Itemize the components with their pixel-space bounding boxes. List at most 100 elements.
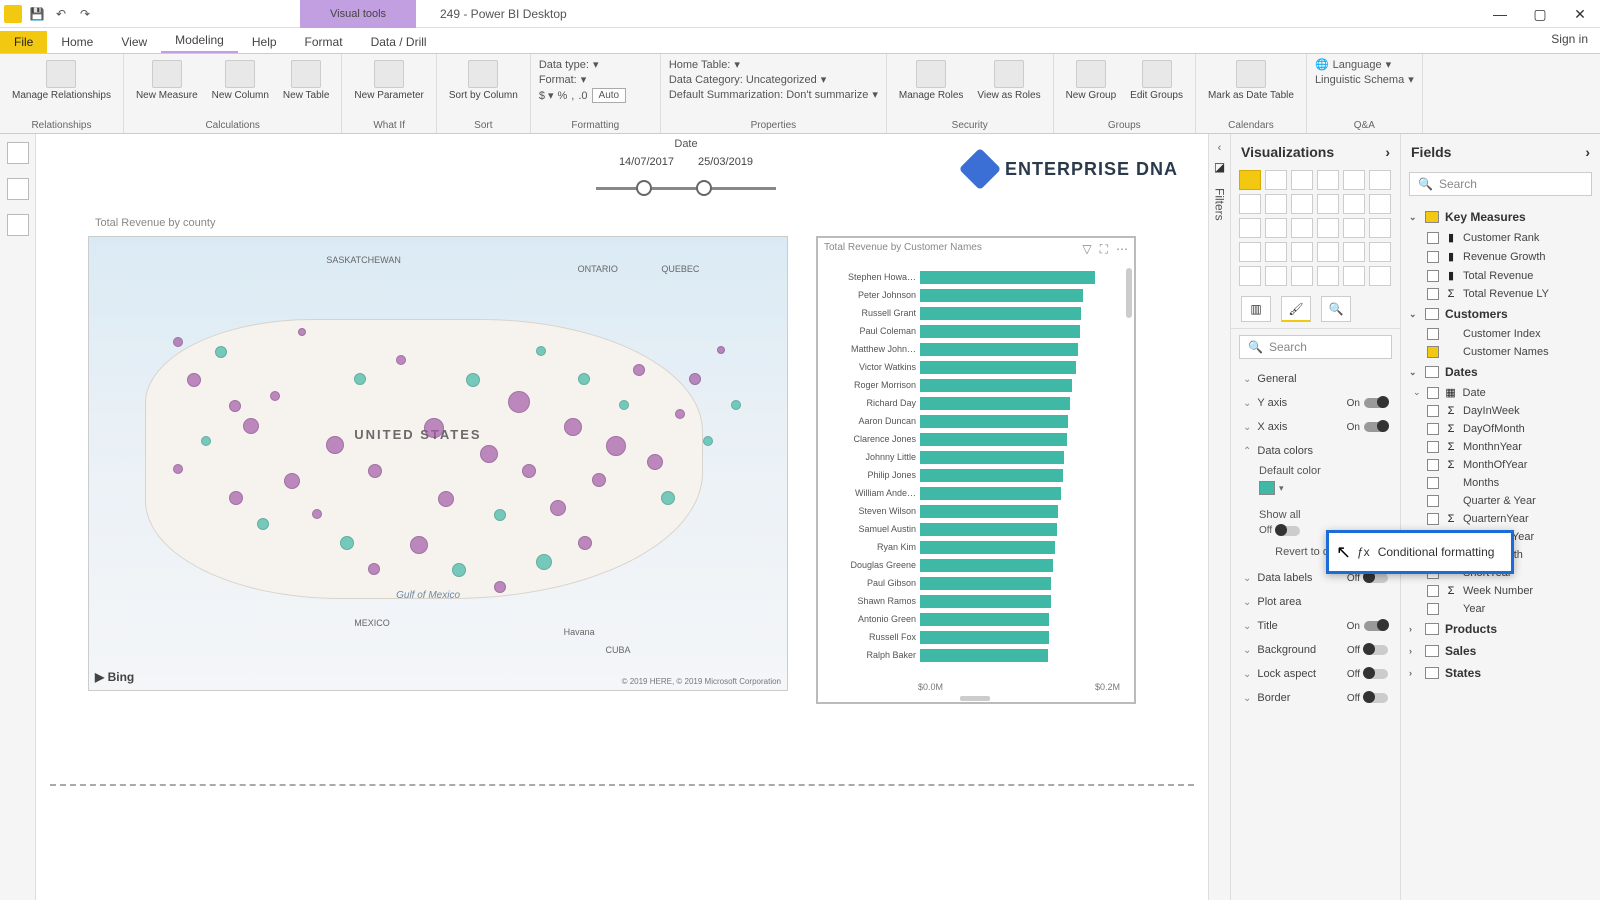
bar-rect[interactable] xyxy=(920,289,1083,302)
bar-rect[interactable] xyxy=(920,433,1067,446)
map-bubble[interactable] xyxy=(536,346,546,356)
map-bubble[interactable] xyxy=(215,346,227,358)
format-general[interactable]: ⌄General xyxy=(1239,367,1392,391)
format-title[interactable]: ⌄TitleOn xyxy=(1239,614,1392,638)
field-checkbox[interactable] xyxy=(1427,346,1439,358)
linguistic-schema-dropdown[interactable]: Linguistic Schema xyxy=(1315,74,1404,86)
maximize-button[interactable]: ▢ xyxy=(1520,0,1560,28)
defsum-label[interactable]: Default Summarization: Don't summarize xyxy=(669,89,869,101)
viz-type-icon[interactable] xyxy=(1239,218,1261,238)
viz-type-icon[interactable] xyxy=(1291,242,1313,262)
map-bubble[interactable] xyxy=(229,400,241,412)
collapse-viz-icon[interactable]: › xyxy=(1385,144,1390,160)
field-item[interactable]: ΣWeek Number xyxy=(1407,582,1594,600)
sign-in-link[interactable]: Sign in xyxy=(1551,32,1588,46)
hscroll-thumb[interactable] xyxy=(960,696,990,701)
map-bubble[interactable] xyxy=(592,473,606,487)
map-bubble[interactable] xyxy=(508,391,530,413)
manage-roles-button[interactable]: Manage Roles xyxy=(895,58,967,103)
viz-type-icon[interactable] xyxy=(1291,170,1313,190)
viz-type-icon[interactable] xyxy=(1317,242,1339,262)
map-bubble[interactable] xyxy=(298,328,306,336)
report-canvas[interactable]: Date 14/07/2017 25/03/2019 ENTERPRISE DN… xyxy=(36,134,1208,900)
map-bubble[interactable] xyxy=(187,373,201,387)
format-plotarea[interactable]: ⌄Plot area xyxy=(1239,590,1392,614)
bar-rect[interactable] xyxy=(920,487,1061,500)
format-yaxis[interactable]: ⌄Y axisOn xyxy=(1239,391,1392,415)
bar-row[interactable]: Aaron Duncan xyxy=(824,412,1120,430)
map-bubble[interactable] xyxy=(410,536,428,554)
bar-rect[interactable] xyxy=(920,577,1051,590)
conditional-formatting-menuitem[interactable]: ƒx Conditional formatting xyxy=(1329,539,1511,565)
map-bubble[interactable] xyxy=(229,491,243,505)
viz-type-icon[interactable] xyxy=(1265,170,1287,190)
language-dropdown[interactable]: Language xyxy=(1333,59,1382,71)
manage-relationships-button[interactable]: Manage Relationships xyxy=(8,58,115,103)
bar-row[interactable]: Paul Coleman xyxy=(824,322,1120,340)
date-slicer[interactable]: Date 14/07/2017 25/03/2019 xyxy=(556,138,816,198)
map-visual[interactable]: Total Revenue by county UNITED STATES Gu… xyxy=(88,236,788,691)
bar-row[interactable]: Douglas Greene xyxy=(824,556,1120,574)
map-bubble[interactable] xyxy=(689,373,701,385)
viz-type-icon[interactable] xyxy=(1265,266,1287,286)
new-parameter-button[interactable]: New Parameter xyxy=(350,58,427,103)
close-button[interactable]: ✕ xyxy=(1560,0,1600,28)
slider-handle-right[interactable] xyxy=(696,180,712,196)
map-bubble[interactable] xyxy=(494,581,506,593)
filter-icon[interactable]: ▽ xyxy=(1082,242,1091,257)
viz-type-icon[interactable] xyxy=(1369,266,1391,286)
viz-type-icon[interactable] xyxy=(1239,170,1261,190)
new-group-button[interactable]: New Group xyxy=(1062,58,1121,103)
field-item[interactable]: ▮Revenue Growth xyxy=(1407,247,1594,266)
viz-type-icon[interactable] xyxy=(1317,266,1339,286)
bar-rect[interactable] xyxy=(920,595,1051,608)
field-item[interactable]: ▮Customer Rank xyxy=(1407,228,1594,247)
currency-icon[interactable]: $ ▾ xyxy=(539,89,554,102)
bar-rect[interactable] xyxy=(920,559,1053,572)
fields-search[interactable]: 🔍 Search xyxy=(1409,172,1592,196)
viz-type-icon[interactable] xyxy=(1343,194,1365,214)
comma-icon[interactable]: , xyxy=(571,90,574,102)
vscroll-thumb[interactable] xyxy=(1126,268,1132,318)
bar-row[interactable]: Steven Wilson xyxy=(824,502,1120,520)
format-lockaspect[interactable]: ⌄Lock aspectOff xyxy=(1239,662,1392,686)
model-view-icon[interactable] xyxy=(7,214,29,236)
bar-rect[interactable] xyxy=(920,379,1072,392)
viz-type-icon[interactable] xyxy=(1265,242,1287,262)
bar-rect[interactable] xyxy=(920,343,1078,356)
format-background[interactable]: ⌄BackgroundOff xyxy=(1239,638,1392,662)
map-bubble[interactable] xyxy=(522,464,536,478)
map-bubble[interactable] xyxy=(173,464,183,474)
field-item[interactable]: ΣQuarternYear xyxy=(1407,510,1594,528)
bar-row[interactable]: Victor Watkins xyxy=(824,358,1120,376)
map-bubble[interactable] xyxy=(396,355,406,365)
map-bubble[interactable] xyxy=(564,418,582,436)
bar-row[interactable]: Roger Morrison xyxy=(824,376,1120,394)
map-bubble[interactable] xyxy=(578,536,592,550)
viz-type-icon[interactable] xyxy=(1343,266,1365,286)
bar-row[interactable]: Philip Jones xyxy=(824,466,1120,484)
viz-type-icon[interactable] xyxy=(1343,218,1365,238)
field-item[interactable]: ΣDayInWeek xyxy=(1407,402,1594,420)
field-checkbox[interactable] xyxy=(1427,251,1439,263)
bar-row[interactable]: Shawn Ramos xyxy=(824,592,1120,610)
minimize-button[interactable]: — xyxy=(1480,0,1520,28)
table-header[interactable]: ›Sales xyxy=(1407,640,1594,662)
bar-row[interactable]: Antonio Green xyxy=(824,610,1120,628)
save-icon[interactable]: 💾 xyxy=(28,5,46,23)
viz-type-icon[interactable] xyxy=(1239,242,1261,262)
field-item[interactable]: Months xyxy=(1407,474,1594,492)
map-bubble[interactable] xyxy=(731,400,741,410)
bar-rect[interactable] xyxy=(920,415,1068,428)
format-tab-icon[interactable]: 🖌 xyxy=(1281,296,1311,322)
table-header[interactable]: ›Products xyxy=(1407,618,1594,640)
map-bubble[interactable] xyxy=(438,491,454,507)
map-bubble[interactable] xyxy=(243,418,259,434)
fields-tab-icon[interactable]: ▥ xyxy=(1241,296,1271,322)
percent-icon[interactable]: % xyxy=(558,90,568,102)
map-bubble[interactable] xyxy=(201,436,211,446)
bar-row[interactable]: Samuel Austin xyxy=(824,520,1120,538)
format-border[interactable]: ⌄BorderOff xyxy=(1239,686,1392,710)
bar-row[interactable]: Richard Day xyxy=(824,394,1120,412)
decimals-auto[interactable]: Auto xyxy=(592,88,627,103)
